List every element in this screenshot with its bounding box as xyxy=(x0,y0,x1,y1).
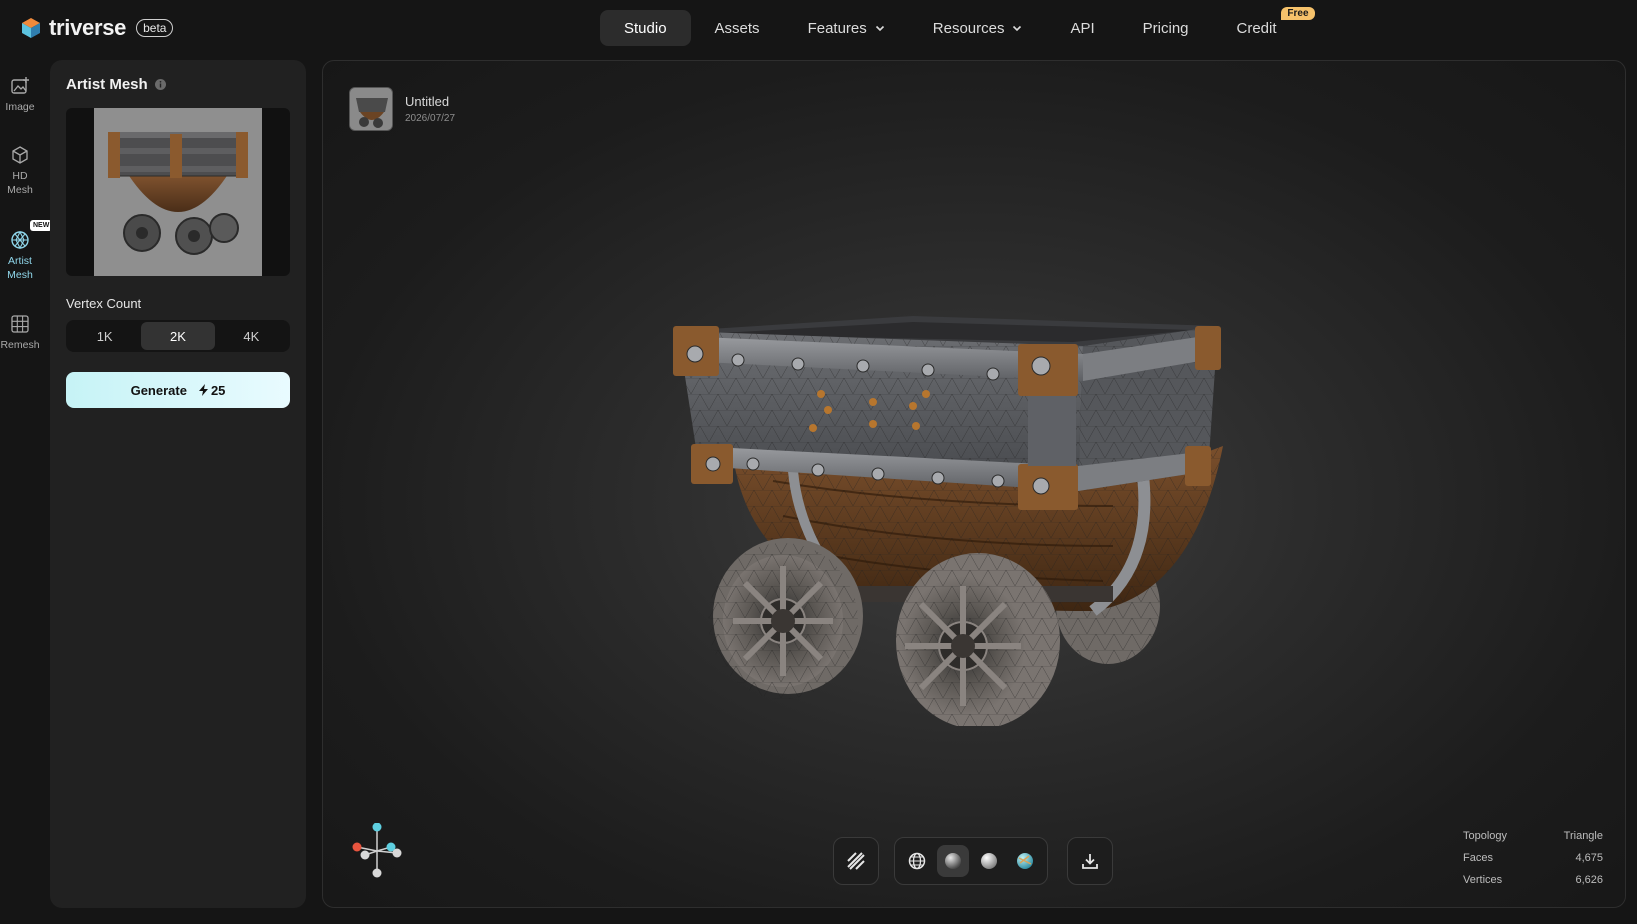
axis-gizmo-icon[interactable] xyxy=(349,823,405,879)
document-title: Untitled xyxy=(405,94,450,109)
beta-badge: beta xyxy=(136,19,174,37)
wireframe-toggle-button[interactable] xyxy=(840,845,872,877)
input-image-preview[interactable] xyxy=(66,108,290,276)
grid-icon xyxy=(11,315,29,333)
vertex-option-2k[interactable]: 2K xyxy=(141,322,215,350)
document-info: Untitled 2026/07/27 xyxy=(349,87,455,131)
logo[interactable]: triverse beta xyxy=(21,15,174,41)
stat-row-topology: Topology Triangle xyxy=(1463,825,1603,847)
nav-label: API xyxy=(1070,19,1095,37)
top-bar: triverse beta Studio Assets Features Res… xyxy=(0,0,1637,56)
cube-icon xyxy=(12,146,28,164)
new-badge: NEW xyxy=(30,220,53,232)
nav-features[interactable]: Features xyxy=(784,10,909,46)
nav-label: Features xyxy=(807,19,867,37)
chevron-down-icon xyxy=(1013,25,1022,32)
mine-cart-3d-model[interactable] xyxy=(673,266,1263,726)
rail-label: Artist Mesh xyxy=(7,255,33,282)
mine-cart-small-icon xyxy=(350,88,392,130)
mesh-stats: Topology Triangle Faces 4,675 Vertices 6… xyxy=(1463,825,1603,891)
material-mode-group xyxy=(894,837,1048,885)
nav-label: Assets xyxy=(714,19,760,37)
mine-cart-thumbnail-icon xyxy=(94,108,262,276)
vertex-option-4k[interactable]: 4K xyxy=(215,322,288,350)
lightning-icon xyxy=(198,384,208,396)
rail-item-remesh[interactable]: Remesh xyxy=(0,314,40,352)
nav-pricing[interactable]: Pricing xyxy=(1119,10,1213,46)
wireframe-mode-button[interactable] xyxy=(901,845,933,877)
free-badge: Free xyxy=(1281,7,1315,20)
rail-label: Image xyxy=(5,101,35,113)
rail-label: Remesh xyxy=(0,339,40,351)
vertex-option-1k[interactable]: 1K xyxy=(68,322,141,350)
download-icon xyxy=(1082,854,1098,869)
stat-label: Topology xyxy=(1463,830,1508,842)
matte-sphere-icon xyxy=(981,853,997,869)
mesh-sphere-icon xyxy=(11,230,29,250)
nav-label: Resources xyxy=(932,19,1005,37)
clay-mode-button[interactable] xyxy=(937,845,969,877)
stat-row-faces: Faces 4,675 xyxy=(1463,847,1603,869)
3d-viewport[interactable]: Untitled 2026/07/27 Topology Triangle Fa… xyxy=(322,60,1626,908)
stat-label: Vertices xyxy=(1463,874,1503,886)
nav-assets[interactable]: Assets xyxy=(691,10,784,46)
vertex-count-label: Vertex Count xyxy=(66,296,142,311)
panel-title: Artist Mesh xyxy=(66,76,167,93)
vertex-count-selector: 1K 2K 4K xyxy=(66,320,290,352)
generate-label: Generate xyxy=(130,382,187,398)
stat-label: Faces xyxy=(1463,852,1493,864)
stat-value: Triangle xyxy=(1563,830,1603,842)
download-group xyxy=(1067,837,1113,885)
matte-mode-button[interactable] xyxy=(973,845,1005,877)
nav-credit[interactable]: Credit Free xyxy=(1213,7,1315,46)
triverse-logo-icon xyxy=(22,18,40,38)
chevron-down-icon xyxy=(875,25,884,32)
nav-resources[interactable]: Resources xyxy=(909,10,1047,46)
nav-studio[interactable]: Studio xyxy=(600,10,691,46)
rail-item-artist-mesh[interactable]: NEW Artist Mesh xyxy=(0,220,53,282)
image-plus-icon xyxy=(11,77,29,94)
panel-title-text: Artist Mesh xyxy=(66,76,148,93)
nav-label: Credit xyxy=(1236,19,1277,37)
info-icon[interactable] xyxy=(154,78,167,91)
generate-cost: 25 xyxy=(198,382,226,398)
stat-value: 6,626 xyxy=(1575,874,1603,886)
stat-value: 4,675 xyxy=(1575,852,1603,864)
nav-label: Pricing xyxy=(1142,19,1189,37)
hatch-icon xyxy=(847,852,865,870)
settings-panel: Artist Mesh Vertex Count 1K 2K 4K Genera… xyxy=(50,60,306,908)
wireframe-toggle-group xyxy=(833,837,879,885)
main-nav: Studio Assets Features Resources API Pri… xyxy=(600,7,1315,46)
document-date: 2026/07/27 xyxy=(405,113,456,124)
globe-icon xyxy=(908,852,926,870)
clay-sphere-icon xyxy=(945,853,961,869)
generate-button[interactable]: Generate 25 xyxy=(66,372,290,408)
textured-sphere-icon xyxy=(1017,853,1033,869)
nav-label: Studio xyxy=(624,19,667,37)
rail-item-hd-mesh[interactable]: HD Mesh xyxy=(0,145,40,197)
rail-label: HD Mesh xyxy=(7,170,33,197)
document-thumbnail[interactable] xyxy=(349,87,393,131)
brand-name: triverse xyxy=(49,15,127,40)
mine-cart-image xyxy=(94,108,262,276)
textured-mode-button[interactable] xyxy=(1009,845,1041,877)
rail-item-image[interactable]: Image xyxy=(0,76,40,114)
nav-api[interactable]: API xyxy=(1046,10,1118,46)
download-button[interactable] xyxy=(1074,845,1106,877)
credit-cost: 25 xyxy=(210,382,226,398)
stat-row-vertices: Vertices 6,626 xyxy=(1463,869,1603,891)
